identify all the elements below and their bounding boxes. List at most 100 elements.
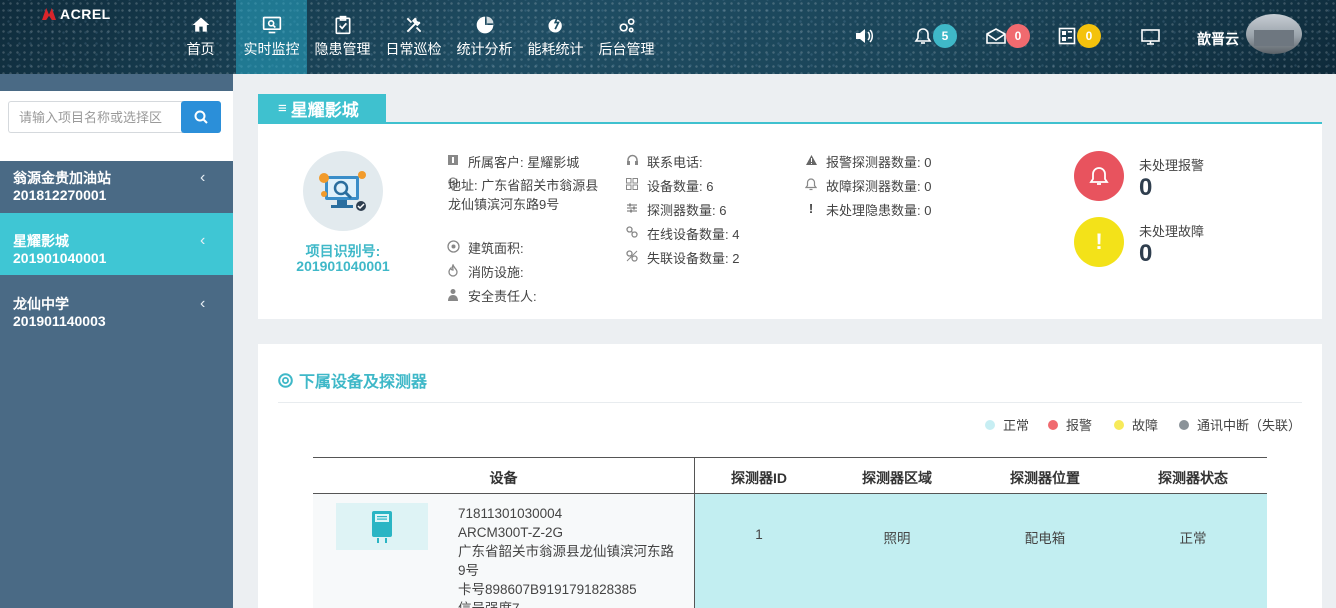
nav-label: 统计分析 — [456, 41, 513, 57]
building-icon — [446, 239, 460, 253]
device-address: 广东省韶关市翁源县龙仙镇滨河东路9号 — [458, 544, 674, 578]
sidebar-project-item-active[interactable]: 星耀影城 201901040001 ‹ — [0, 213, 233, 275]
project-name: 翁源金贵加油站 — [13, 170, 111, 186]
detector-id: 1 — [755, 527, 763, 542]
sidebar-project-item[interactable]: 龙仙中学 201901140003 ‹ — [0, 276, 233, 338]
divider — [278, 402, 1302, 403]
monitor-search-icon — [262, 16, 281, 34]
devices-title-text: 下属设备及探测器 — [299, 374, 428, 391]
brand-name: ACREL — [60, 6, 111, 22]
speaker-icon[interactable] — [854, 28, 874, 44]
energy-chart-icon — [548, 16, 562, 33]
warning-icon — [804, 153, 818, 167]
pie-chart-icon — [476, 16, 493, 34]
col-detector-status: 探测器状态 — [1158, 470, 1228, 486]
col-detector-area: 探测器区域 — [862, 470, 932, 486]
area-text: 建筑面积: — [468, 241, 524, 256]
fault-stat-icon[interactable]: ! — [1074, 217, 1124, 267]
address-text: 地址: 广东省韶关市翁源县龙仙镇滨河东路9号 — [448, 178, 599, 212]
message-badge[interactable]: 0 — [1006, 24, 1030, 48]
notification-badge[interactable]: 5 — [933, 24, 957, 48]
legend-label: 故障 — [1132, 418, 1159, 433]
headset-icon — [625, 153, 639, 167]
table-header: 设备 探测器ID 探测器区域 探测器位置 探测器状态 — [313, 457, 1267, 494]
phone-text: 联系电话: — [647, 155, 703, 170]
user-avatar[interactable] — [1246, 14, 1302, 54]
chevron-left-icon: ‹ — [200, 232, 206, 249]
nav-statistics[interactable]: 统计分析 — [449, 0, 520, 74]
home-icon — [192, 17, 209, 32]
offline-text: 失联设备数量: 2 — [647, 251, 740, 266]
person-icon — [446, 287, 460, 301]
task-grid-icon[interactable] — [1058, 27, 1076, 45]
safety-text: 安全责任人: — [468, 289, 537, 304]
alarm-detectors-row: 报警探测器数量: 0 — [804, 152, 931, 171]
fault-stat-value: 0 — [1139, 240, 1153, 267]
alarm-dot-icon — [1048, 419, 1058, 430]
screen-icon[interactable] — [1141, 29, 1160, 45]
fault-stat-label: 未处理故障 — [1139, 224, 1205, 239]
nav-admin[interactable]: 后台管理 — [591, 0, 662, 74]
nav-energy-statistics[interactable]: 能耗统计 — [520, 0, 591, 74]
col-device: 设备 — [489, 470, 518, 486]
alarm-stat-label: 未处理报警 — [1139, 158, 1205, 173]
table-row-detector-cells[interactable]: 1 照明 配电箱 正常 — [695, 494, 1267, 608]
chevron-left-icon: ‹ — [200, 295, 206, 312]
nav-label: 实时监控 — [243, 41, 300, 57]
device-serial: 71811301030004 — [458, 506, 563, 521]
nav-daily-inspection[interactable]: 日常巡检 — [378, 0, 449, 74]
detectors-text: 探测器数量: 6 — [647, 203, 727, 218]
customer-text: 所属客户: 星耀影城 — [468, 155, 580, 170]
offline-row: 失联设备数量: 2 — [625, 248, 739, 267]
devices-section-title: 下属设备及探测器 — [278, 368, 427, 392]
detector-location: 配电箱 — [1024, 531, 1066, 546]
devices-card: 下属设备及探测器 正常 报警 故障 通讯中断（失联） 设备 探测器ID 探测器区… — [258, 344, 1322, 608]
project-tab[interactable]: ≡ 星耀影城 — [258, 94, 386, 122]
search-button[interactable] — [181, 101, 221, 133]
nav-label: 日常巡检 — [385, 41, 442, 57]
alarm-detectors-text: 报警探测器数量: 0 — [826, 155, 932, 170]
search-icon — [194, 110, 208, 124]
sidebar-project-item[interactable]: 翁源金贵加油站 201812270001 ‹ — [0, 150, 233, 212]
nav-realtime-monitor[interactable]: 实时监控 — [236, 0, 307, 74]
customer-icon — [446, 153, 460, 167]
brand-logo[interactable]: ACREL — [42, 6, 111, 22]
devices-row: 设备数量: 6 — [625, 176, 713, 195]
acrel-logo-icon — [42, 8, 56, 20]
bell-icon — [1089, 167, 1109, 185]
username[interactable]: 歆晋云 — [1197, 29, 1239, 49]
nav-label: 后台管理 — [598, 41, 655, 57]
nav-hazard-management[interactable]: 隐患管理 — [307, 0, 378, 74]
project-name: 龙仙中学 — [13, 296, 69, 312]
device-details: 71811301030004 ARCM300T-Z-2G 广东省韶关市翁源县龙仙… — [458, 504, 678, 608]
table-row-device-cell[interactable]: 71811301030004 ARCM300T-Z-2G 广东省韶关市翁源县龙仙… — [313, 494, 694, 608]
fire-icon — [446, 263, 460, 277]
project-search-input[interactable] — [8, 101, 183, 133]
bell-icon[interactable] — [914, 27, 932, 45]
meter-device-icon — [336, 503, 428, 550]
phone-row: 联系电话: — [625, 152, 703, 171]
legend-normal: 正常 — [985, 415, 1029, 434]
detector-status: 正常 — [1179, 531, 1207, 546]
tools-icon — [406, 17, 421, 33]
project-code: 201901040001 — [296, 258, 390, 274]
fire-text: 消防设施: — [468, 265, 524, 280]
menu-icon: ≡ — [278, 99, 287, 117]
lifebuoy-icon — [278, 372, 293, 388]
sliders-icon — [625, 201, 639, 215]
exclamation-icon: ! — [1095, 229, 1103, 254]
area-row: 建筑面积: — [446, 238, 524, 257]
legend-label: 通讯中断（失联） — [1197, 418, 1302, 433]
legend-fault: 故障 — [1114, 415, 1158, 434]
task-badge[interactable]: 0 — [1077, 24, 1101, 48]
sidebar: 翁源金贵加油站 201812270001 ‹ 星耀影城 201901040001… — [0, 74, 233, 608]
online-text: 在线设备数量: 4 — [647, 227, 740, 242]
alarm-stat-icon[interactable] — [1074, 151, 1124, 201]
nav-home[interactable]: 首页 — [165, 0, 236, 74]
safety-row: 安全责任人: — [446, 286, 537, 305]
chevron-left-icon: ‹ — [200, 169, 206, 186]
col-detector-location: 探测器位置 — [1010, 470, 1080, 486]
mail-icon[interactable] — [986, 28, 1006, 44]
alarm-stat-value: 0 — [1139, 174, 1153, 201]
project-id: 201901140003 — [13, 313, 106, 329]
